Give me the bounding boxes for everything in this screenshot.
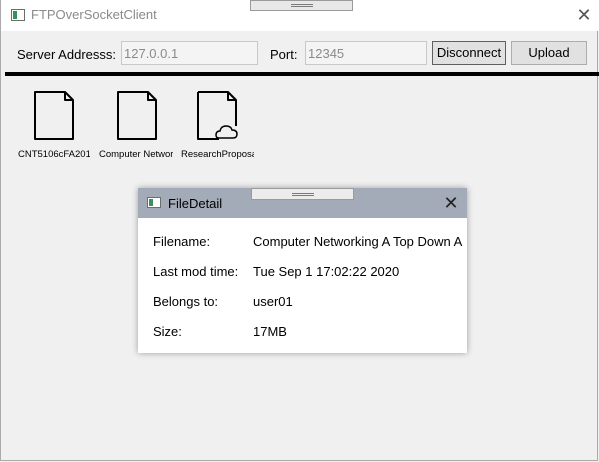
- server-address-label: Server Addresss:: [17, 47, 116, 62]
- separator: [5, 72, 599, 76]
- dialog-drag-handle[interactable]: [251, 188, 354, 200]
- belongs-to-label: Belongs to:: [153, 294, 219, 309]
- filename-label: Filename:: [153, 234, 211, 249]
- app-icon: [11, 9, 25, 21]
- size-label: Size:: [153, 324, 182, 339]
- disconnect-button[interactable]: Disconnect: [432, 41, 506, 65]
- dialog-title-bar[interactable]: FileDetail ✕: [138, 188, 467, 218]
- window-title: FTPOverSocketClient: [31, 7, 157, 22]
- title-bar[interactable]: FTPOverSocketClient ✕: [1, 0, 599, 31]
- server-address-input[interactable]: 127.0.0.1: [121, 41, 258, 65]
- file-icon: [117, 91, 157, 140]
- close-icon[interactable]: ✕: [440, 192, 462, 214]
- last-mod-time-value: Tue Sep 1 17:02:22 2020: [253, 264, 400, 279]
- drag-handle[interactable]: [250, 0, 353, 11]
- file-name: Computer Networking: [99, 149, 173, 160]
- port-label: Port:: [270, 47, 298, 62]
- cloud-file-icon: [197, 91, 238, 140]
- file-detail-dialog: FileDetail ✕ Filename: Computer Networki…: [138, 188, 467, 353]
- file-name: CNT5106cFA2019: [18, 149, 90, 160]
- upload-button[interactable]: Upload: [511, 41, 587, 65]
- belongs-to-value: user01: [253, 294, 293, 309]
- close-icon[interactable]: ✕: [573, 5, 595, 25]
- port-input[interactable]: 12345: [305, 41, 427, 65]
- dialog-app-icon: [147, 197, 161, 208]
- filename-value: Computer Networking A Top Down Approach: [253, 234, 463, 249]
- size-value: 17MB: [253, 324, 287, 339]
- file-name: ResearchProposal: [181, 149, 254, 160]
- last-mod-time-label: Last mod time:: [153, 264, 239, 279]
- dialog-title: FileDetail: [168, 196, 223, 211]
- file-icon: [34, 91, 74, 140]
